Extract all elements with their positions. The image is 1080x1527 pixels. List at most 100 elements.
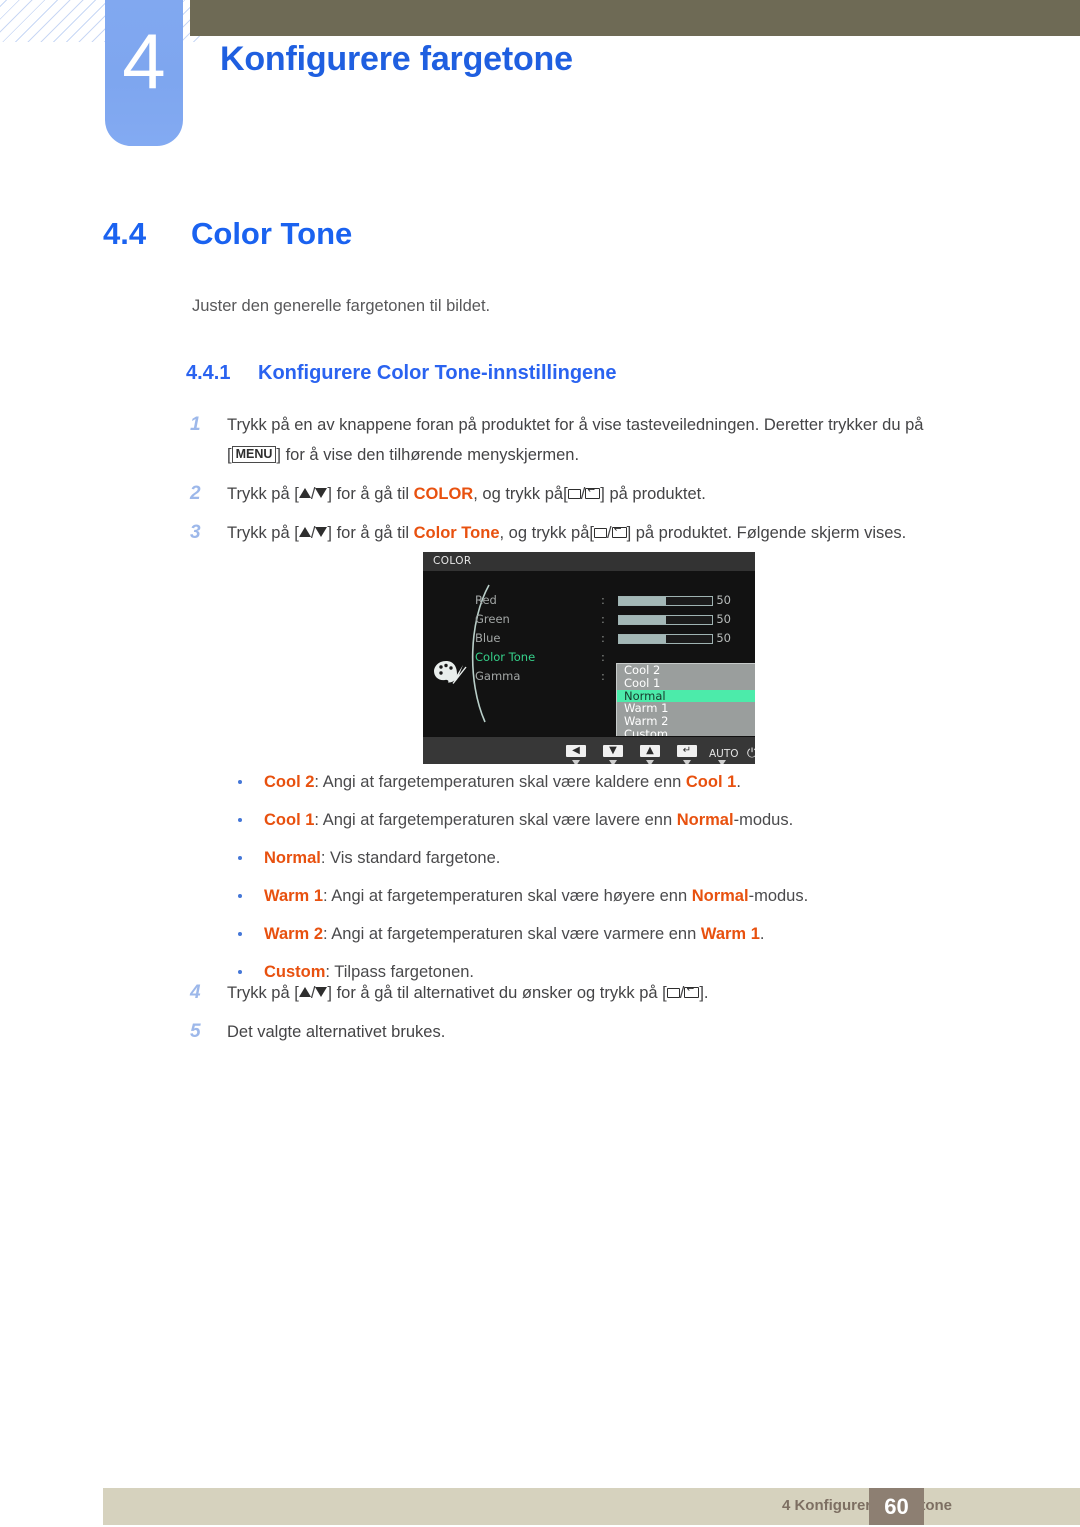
caret-icon	[683, 760, 691, 764]
enter-icon: ↵	[677, 745, 697, 757]
osd-row-label: Gamma	[475, 669, 521, 683]
option-description: Angi at fargetemperaturen skal være kald…	[322, 773, 686, 791]
step-item-3: 3 Trykk på [/] for å gå til Color Tone, o…	[190, 518, 1020, 548]
option-separator: :	[314, 773, 323, 791]
list-item: Warm 2: Angi at fargetemperaturen skal v…	[236, 924, 996, 944]
section-lead-text: Juster den generelle fargetonen til bild…	[192, 297, 491, 315]
step-text-cont: ] for å gå til alternativet du ønsker og…	[327, 984, 667, 1002]
osd-body: Red : 50 Green : 50 Blue : 50 Color Tone…	[423, 571, 755, 740]
step-text-cont: ] for å gå til	[327, 524, 414, 542]
step-number: 5	[190, 1021, 201, 1042]
osd-slider-blue[interactable]	[618, 634, 713, 644]
up-arrow-icon: ▲	[640, 745, 660, 757]
footer-chapter-label: 4 Konfigurere fargetone	[781, 1497, 952, 1514]
step-item-2: 2 Trykk på [/] for å gå til COLOR, og try…	[190, 479, 1020, 509]
osd-slider-green[interactable]	[618, 615, 713, 625]
down-arrow-icon	[315, 987, 328, 997]
accent-color-label: Color Tone	[413, 524, 500, 542]
caret-icon	[572, 760, 580, 764]
up-arrow-icon	[298, 527, 311, 537]
osd-row-label: Blue	[475, 631, 501, 645]
bullet-dot-icon	[238, 970, 242, 974]
list-item: Normal: Vis standard fargetone.	[236, 848, 996, 868]
list-item: Cool 1: Angi at fargetemperaturen skal v…	[236, 810, 996, 830]
option-term-ref: Warm 1	[700, 925, 760, 943]
osd-option-cool-2[interactable]: Cool 2	[617, 664, 755, 677]
color-tone-option-list: Cool 2: Angi at fargetemperaturen skal v…	[236, 772, 996, 1000]
step-item-5: 5 Det valgte alternativet brukes.	[190, 1017, 1020, 1047]
step-number: 2	[190, 483, 201, 504]
osd-button-auto[interactable]: AUTO	[709, 742, 739, 764]
option-tail: -modus.	[733, 811, 794, 829]
step-list-upper: 1 Trykk på en av knappene foran på produ…	[190, 410, 1020, 557]
step-text-cont: for å vise den tilhørende menyskjermen.	[285, 446, 580, 464]
option-term: Warm 1	[264, 887, 323, 905]
step-text-cont2: ].	[699, 984, 709, 1002]
option-term: Cool 2	[264, 773, 315, 791]
osd-color-tone-dropdown[interactable]: Cool 2 Cool 1 Normal Warm 1 Warm 2 Custo…	[616, 663, 755, 740]
slash: /	[606, 524, 612, 542]
osd-row-colon: :	[601, 650, 605, 664]
header-olive-bar	[190, 0, 1080, 36]
section-number: 4.4	[103, 216, 147, 251]
osd-row-blue[interactable]: Blue : 50	[423, 629, 755, 648]
osd-slider-red[interactable]	[618, 596, 713, 606]
step-text-cont: ] for å gå til	[327, 485, 414, 503]
osd-footer-divider	[423, 736, 755, 737]
osd-row-red[interactable]: Red : 50	[423, 591, 755, 610]
page-number-box: 60	[869, 1488, 924, 1525]
step-number: 3	[190, 522, 201, 543]
bracket-close: ]	[276, 446, 281, 464]
menu-key-icon: MENU	[231, 446, 277, 463]
osd-option-cool-1[interactable]: Cool 1	[617, 676, 755, 690]
osd-button-up[interactable]: ▲	[637, 742, 663, 764]
chapter-title: Konfigurere fargetone	[220, 40, 573, 78]
osd-row-label: Green	[475, 612, 510, 626]
auto-label: AUTO	[709, 748, 739, 760]
osd-row-colon: :	[601, 593, 605, 607]
bullet-dot-icon	[238, 780, 242, 784]
enter-key-icon	[585, 488, 601, 499]
list-item: Cool 2: Angi at fargetemperaturen skal v…	[236, 772, 996, 792]
down-arrow-icon	[315, 527, 328, 537]
osd-titlebar: COLOR	[423, 552, 755, 571]
section-title: 4.4 Color Tone	[103, 216, 352, 252]
osd-button-enter[interactable]: ↵	[674, 742, 700, 764]
step-number: 1	[190, 414, 201, 435]
osd-row-green[interactable]: Green : 50	[423, 610, 755, 629]
source-key-icon	[567, 489, 581, 499]
osd-row-value: 50	[716, 631, 731, 645]
step-text-cont2: , og trykk på[	[473, 485, 568, 503]
osd-button-down[interactable]: ▼	[600, 742, 626, 764]
down-arrow-icon	[315, 488, 328, 498]
option-description: Angi at fargetemperaturen skal være lave…	[322, 811, 677, 829]
option-term: Cool 1	[264, 811, 315, 829]
enter-key-icon	[684, 987, 700, 998]
option-term-ref: Normal	[691, 887, 749, 905]
section-title-text: Color Tone	[191, 216, 353, 251]
chapter-number: 4	[122, 17, 166, 105]
step-text: Trykk på [	[227, 524, 299, 542]
osd-row-colon: :	[601, 612, 605, 626]
option-description: Angi at fargetemperaturen skal være høye…	[331, 887, 692, 905]
osd-screenshot: COLOR Red : 50 Green : 50 Blue: 50 Colo…	[423, 552, 755, 764]
osd-row-colon: :	[601, 669, 605, 683]
osd-title: COLOR	[433, 555, 472, 567]
osd-row-value: 50	[716, 612, 731, 626]
step-item-4: 4 Trykk på [/] for å gå til alternativet …	[190, 978, 1020, 1008]
option-separator: :	[314, 811, 323, 829]
bullet-dot-icon	[238, 932, 242, 936]
osd-button-left[interactable]: ◀	[563, 742, 589, 764]
chapter-badge: 4	[105, 0, 183, 146]
option-term-ref: Normal	[676, 811, 734, 829]
option-term: Normal	[264, 849, 321, 867]
option-tail: .	[759, 925, 765, 943]
osd-button-power[interactable]: ⏻	[739, 742, 755, 761]
osd-footer-toolbar: ◀ ▼ ▲ ↵ AUTO ⏻	[423, 736, 755, 764]
bullet-dot-icon	[238, 818, 242, 822]
subsection-title: 4.4.1 Konfigurere Color Tone-innstillinge…	[186, 362, 617, 385]
page-footer-bar: 4 Konfigurere fargetone	[103, 1488, 1080, 1525]
up-arrow-icon	[298, 987, 311, 997]
option-tail: .	[736, 773, 741, 791]
list-item: Warm 1: Angi at fargetemperaturen skal v…	[236, 886, 996, 906]
